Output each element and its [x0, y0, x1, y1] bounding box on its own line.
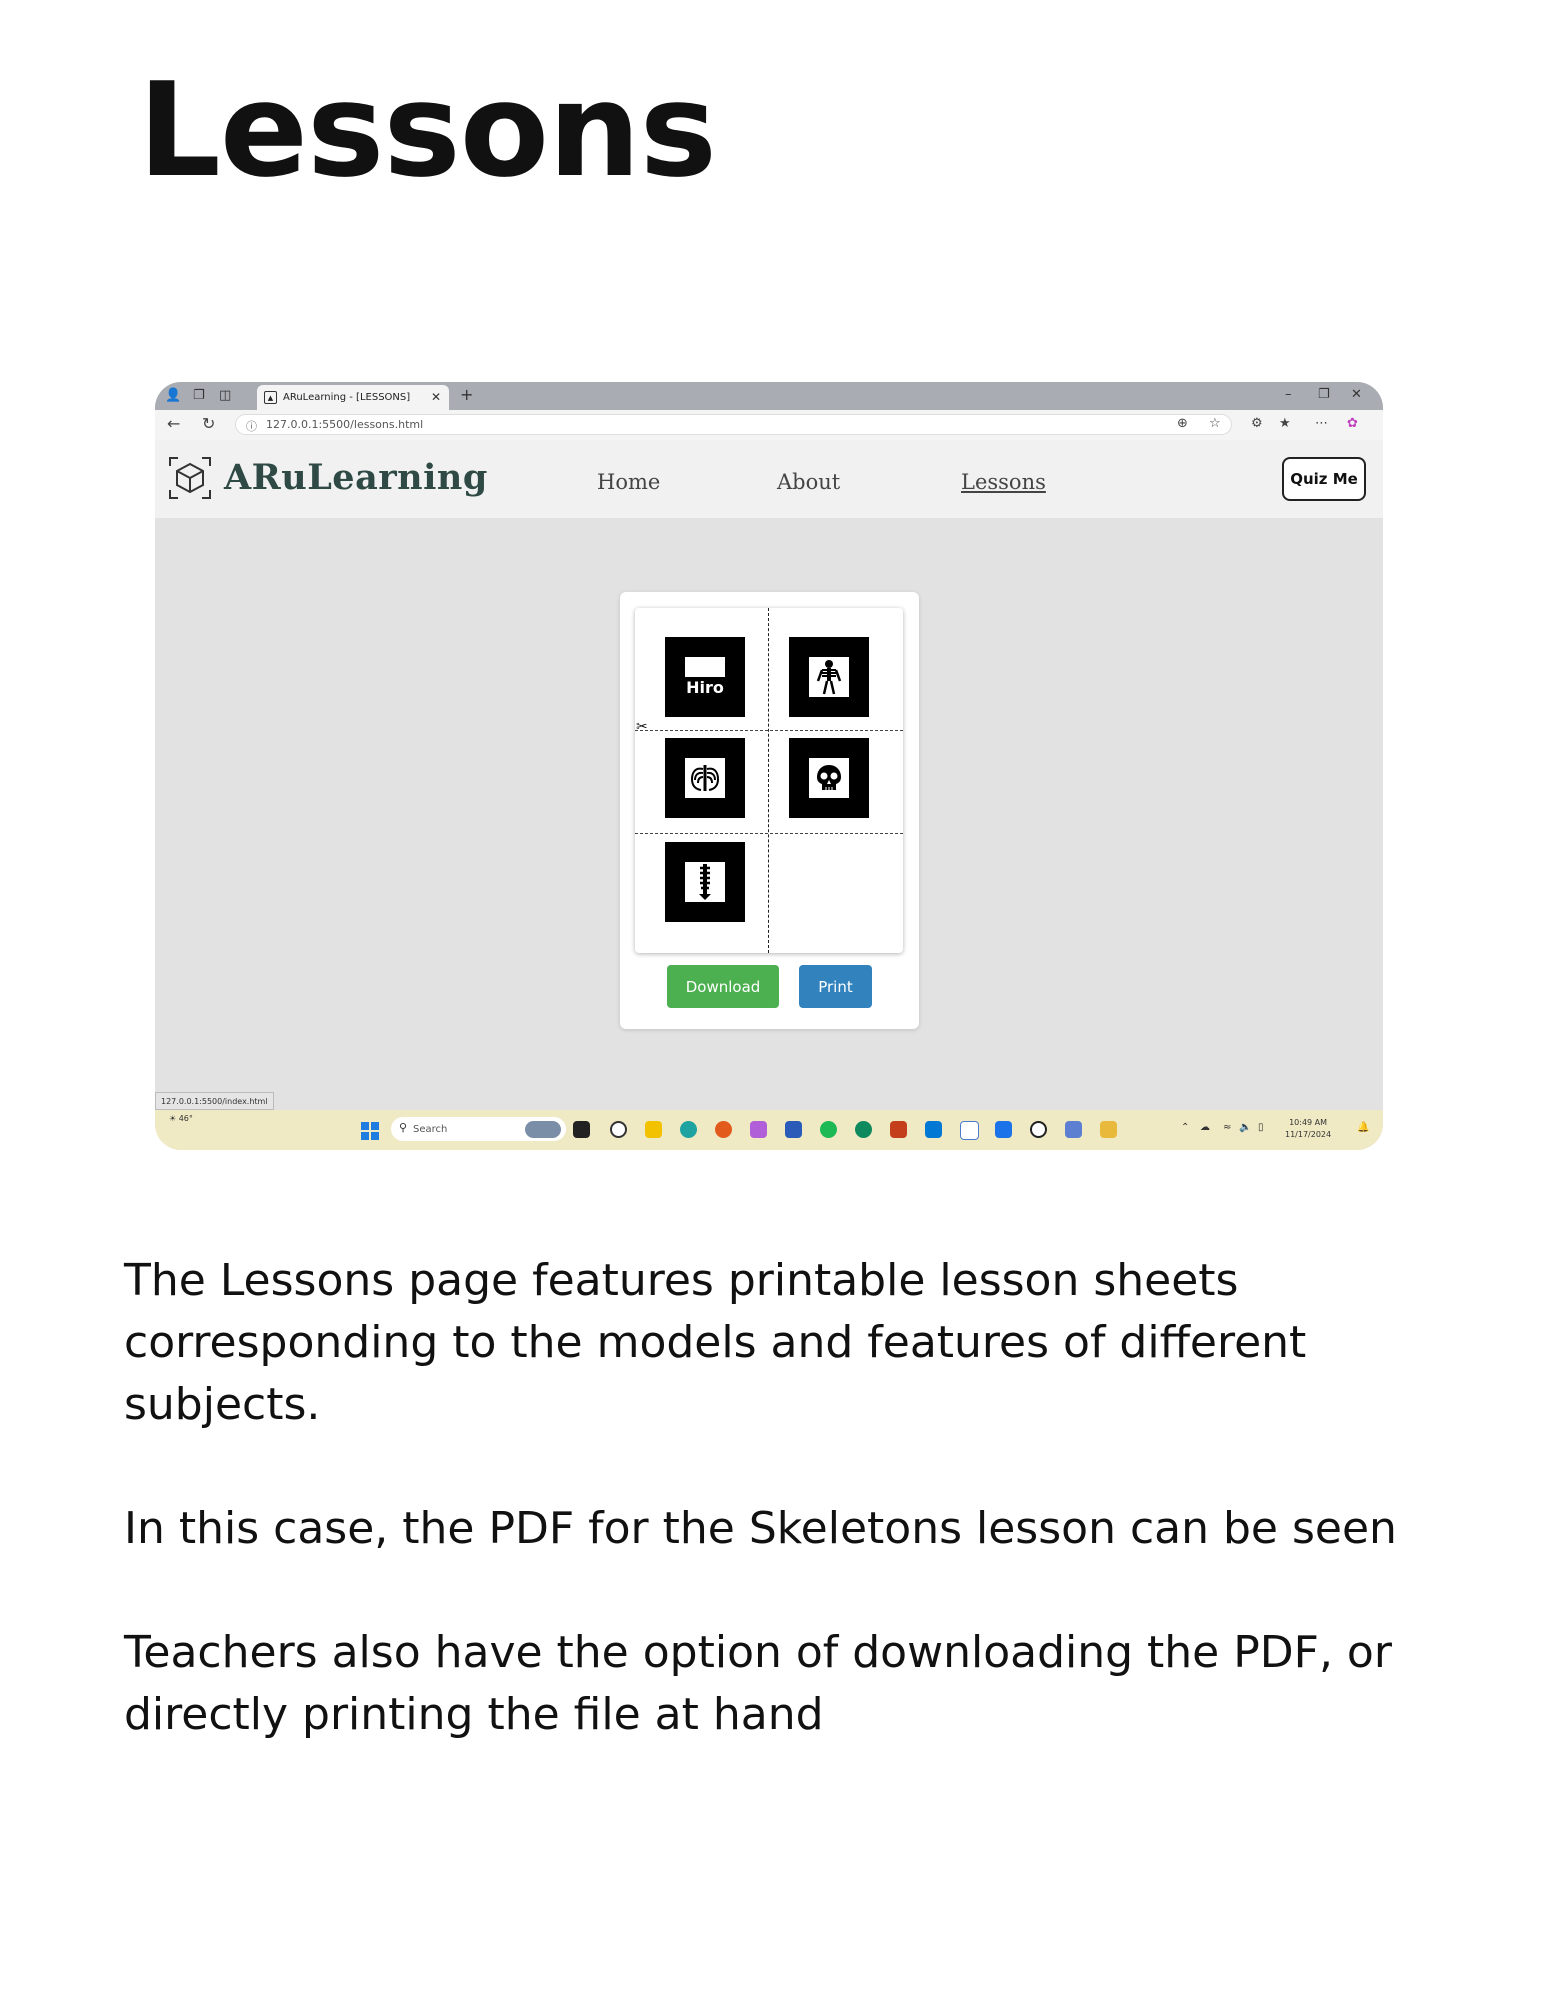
tray-app-icon[interactable]: ☁	[1200, 1122, 1210, 1133]
cube-logo-icon[interactable]	[168, 456, 212, 500]
url-field[interactable]: ⓘ 127.0.0.1:5500/lessons.html	[235, 414, 1232, 435]
search-placeholder: Search	[413, 1123, 448, 1135]
tray-chevron-icon[interactable]: ⌃	[1181, 1122, 1189, 1133]
description-paragraph: Teachers also have the option of downloa…	[124, 1627, 1392, 1740]
skeleton-marker	[789, 637, 869, 717]
weather-icon: ☀	[169, 1114, 177, 1123]
powerpoint-icon[interactable]	[890, 1121, 907, 1138]
window-close-icon[interactable]: ✕	[1351, 387, 1362, 402]
file-explorer-icon[interactable]	[645, 1121, 662, 1138]
lesson-pdf-preview[interactable]: ✂ Hiro	[635, 608, 903, 953]
notification-bell-icon[interactable]: 🔔	[1357, 1122, 1369, 1133]
address-bar-row: ← ↻ ⓘ 127.0.0.1:5500/lessons.html ⊕ ☆ ⚙ …	[155, 410, 1383, 440]
cut-line-vertical	[768, 608, 769, 953]
wifi-icon[interactable]: ≈	[1223, 1122, 1231, 1133]
paint-icon[interactable]	[1100, 1121, 1117, 1138]
favorite-star-icon[interactable]: ☆	[1209, 416, 1221, 431]
tab-close-icon[interactable]: ✕	[431, 390, 441, 404]
spine-icon	[699, 864, 711, 900]
back-icon[interactable]: ←	[167, 414, 180, 433]
ribcage-marker	[665, 738, 745, 818]
ribcage-icon	[690, 765, 720, 791]
copilot-app-icon[interactable]	[750, 1121, 767, 1138]
description-paragraph: In this case, the PDF for the Skeletons …	[124, 1503, 1397, 1554]
spotify-icon[interactable]	[820, 1121, 837, 1138]
new-tab-icon[interactable]: +	[460, 385, 473, 404]
zoom-icon[interactable]: ⊕	[1177, 416, 1188, 431]
favorites-icon[interactable]: ★	[1279, 416, 1291, 431]
browser-screenshot: 👤 ❐ ◫ ▲ ARuLearning - [LESSONS] ✕ + – ❐ …	[155, 382, 1383, 1150]
page-title: Lessons	[138, 54, 717, 206]
nav-about[interactable]: About	[777, 470, 840, 494]
skull-icon	[817, 765, 841, 790]
edge-icon[interactable]	[680, 1121, 697, 1138]
skeleton-icon	[816, 660, 842, 695]
lesson-card: ✂ Hiro Download Print	[620, 592, 919, 1029]
nav-lessons[interactable]: Lessons	[961, 470, 1046, 494]
app-a-icon[interactable]	[960, 1121, 979, 1140]
windows-taskbar: ☀ 46° ⚲ Search ⌃ ☁ ≈ 🔈 ▯ 10:49 AM 11/17/…	[155, 1110, 1383, 1150]
search-highlight-icon[interactable]	[525, 1121, 561, 1138]
profile-icon[interactable]: 👤	[165, 388, 181, 403]
spine-marker	[665, 842, 745, 922]
scissors-icon: ✂	[636, 719, 648, 735]
tab-actions-icon[interactable]: ◫	[219, 388, 231, 403]
nav-home[interactable]: Home	[597, 470, 660, 494]
tab-favicon-icon: ▲	[264, 391, 277, 404]
weather-widget[interactable]: ☀ 46°	[169, 1114, 193, 1123]
clock-date: 11/17/2024	[1285, 1130, 1332, 1139]
firefox-icon[interactable]	[715, 1121, 732, 1138]
app-bot-icon[interactable]	[1065, 1121, 1082, 1138]
copilot-icon[interactable]: ✿	[1347, 416, 1358, 431]
vscode-icon[interactable]	[925, 1121, 942, 1138]
volume-icon[interactable]: 🔈	[1239, 1122, 1251, 1133]
print-button[interactable]: Print	[799, 965, 872, 1008]
cut-line-horizontal	[635, 730, 903, 731]
search-icon: ⚲	[399, 1121, 408, 1134]
battery-icon[interactable]: ▯	[1258, 1122, 1264, 1133]
browser-tab-active[interactable]: ▲ ARuLearning - [LESSONS] ✕	[257, 385, 449, 410]
chatgpt-icon[interactable]	[610, 1121, 627, 1138]
refresh-icon[interactable]: ↻	[202, 414, 215, 433]
restore-icon[interactable]: ❐	[1318, 387, 1330, 402]
dell-icon[interactable]	[1030, 1121, 1047, 1138]
url-text: 127.0.0.1:5500/lessons.html	[266, 418, 424, 431]
clock-time: 10:49 AM	[1289, 1118, 1328, 1127]
site-brand[interactable]: ARuLearning	[224, 457, 488, 498]
task-view-icon[interactable]	[573, 1121, 590, 1138]
minimize-icon[interactable]: –	[1285, 387, 1292, 402]
description-paragraph: The Lessons page features printable less…	[124, 1255, 1307, 1430]
cut-line-horizontal	[635, 833, 903, 834]
workspaces-icon[interactable]: ❐	[193, 388, 205, 403]
tab-title: ARuLearning - [LESSONS]	[283, 392, 411, 403]
quiz-me-button[interactable]: Quiz Me	[1282, 457, 1366, 501]
download-button[interactable]: Download	[667, 965, 779, 1008]
hiro-label: Hiro	[685, 677, 725, 697]
browser-tab-bar: 👤 ❐ ◫ ▲ ARuLearning - [LESSONS] ✕ + – ❐ …	[155, 382, 1383, 410]
site-info-icon[interactable]: ⓘ	[246, 418, 257, 434]
skull-marker	[789, 738, 869, 818]
app-blue-icon[interactable]	[995, 1121, 1012, 1138]
more-menu-icon[interactable]: ⋯	[1315, 416, 1328, 431]
hiro-marker: Hiro	[665, 637, 745, 717]
status-bar-link: 127.0.0.1:5500/index.html	[155, 1092, 274, 1110]
app-green-icon[interactable]	[855, 1121, 872, 1138]
start-icon[interactable]	[361, 1122, 379, 1140]
extensions-icon[interactable]: ⚙	[1251, 416, 1263, 431]
taskbar-clock[interactable]: 10:49 AM 11/17/2024	[1285, 1117, 1331, 1141]
store-icon[interactable]	[785, 1121, 802, 1138]
weather-temp: 46°	[178, 1114, 193, 1123]
site-header: ARuLearning Home About Lessons Quiz Me	[155, 440, 1383, 518]
